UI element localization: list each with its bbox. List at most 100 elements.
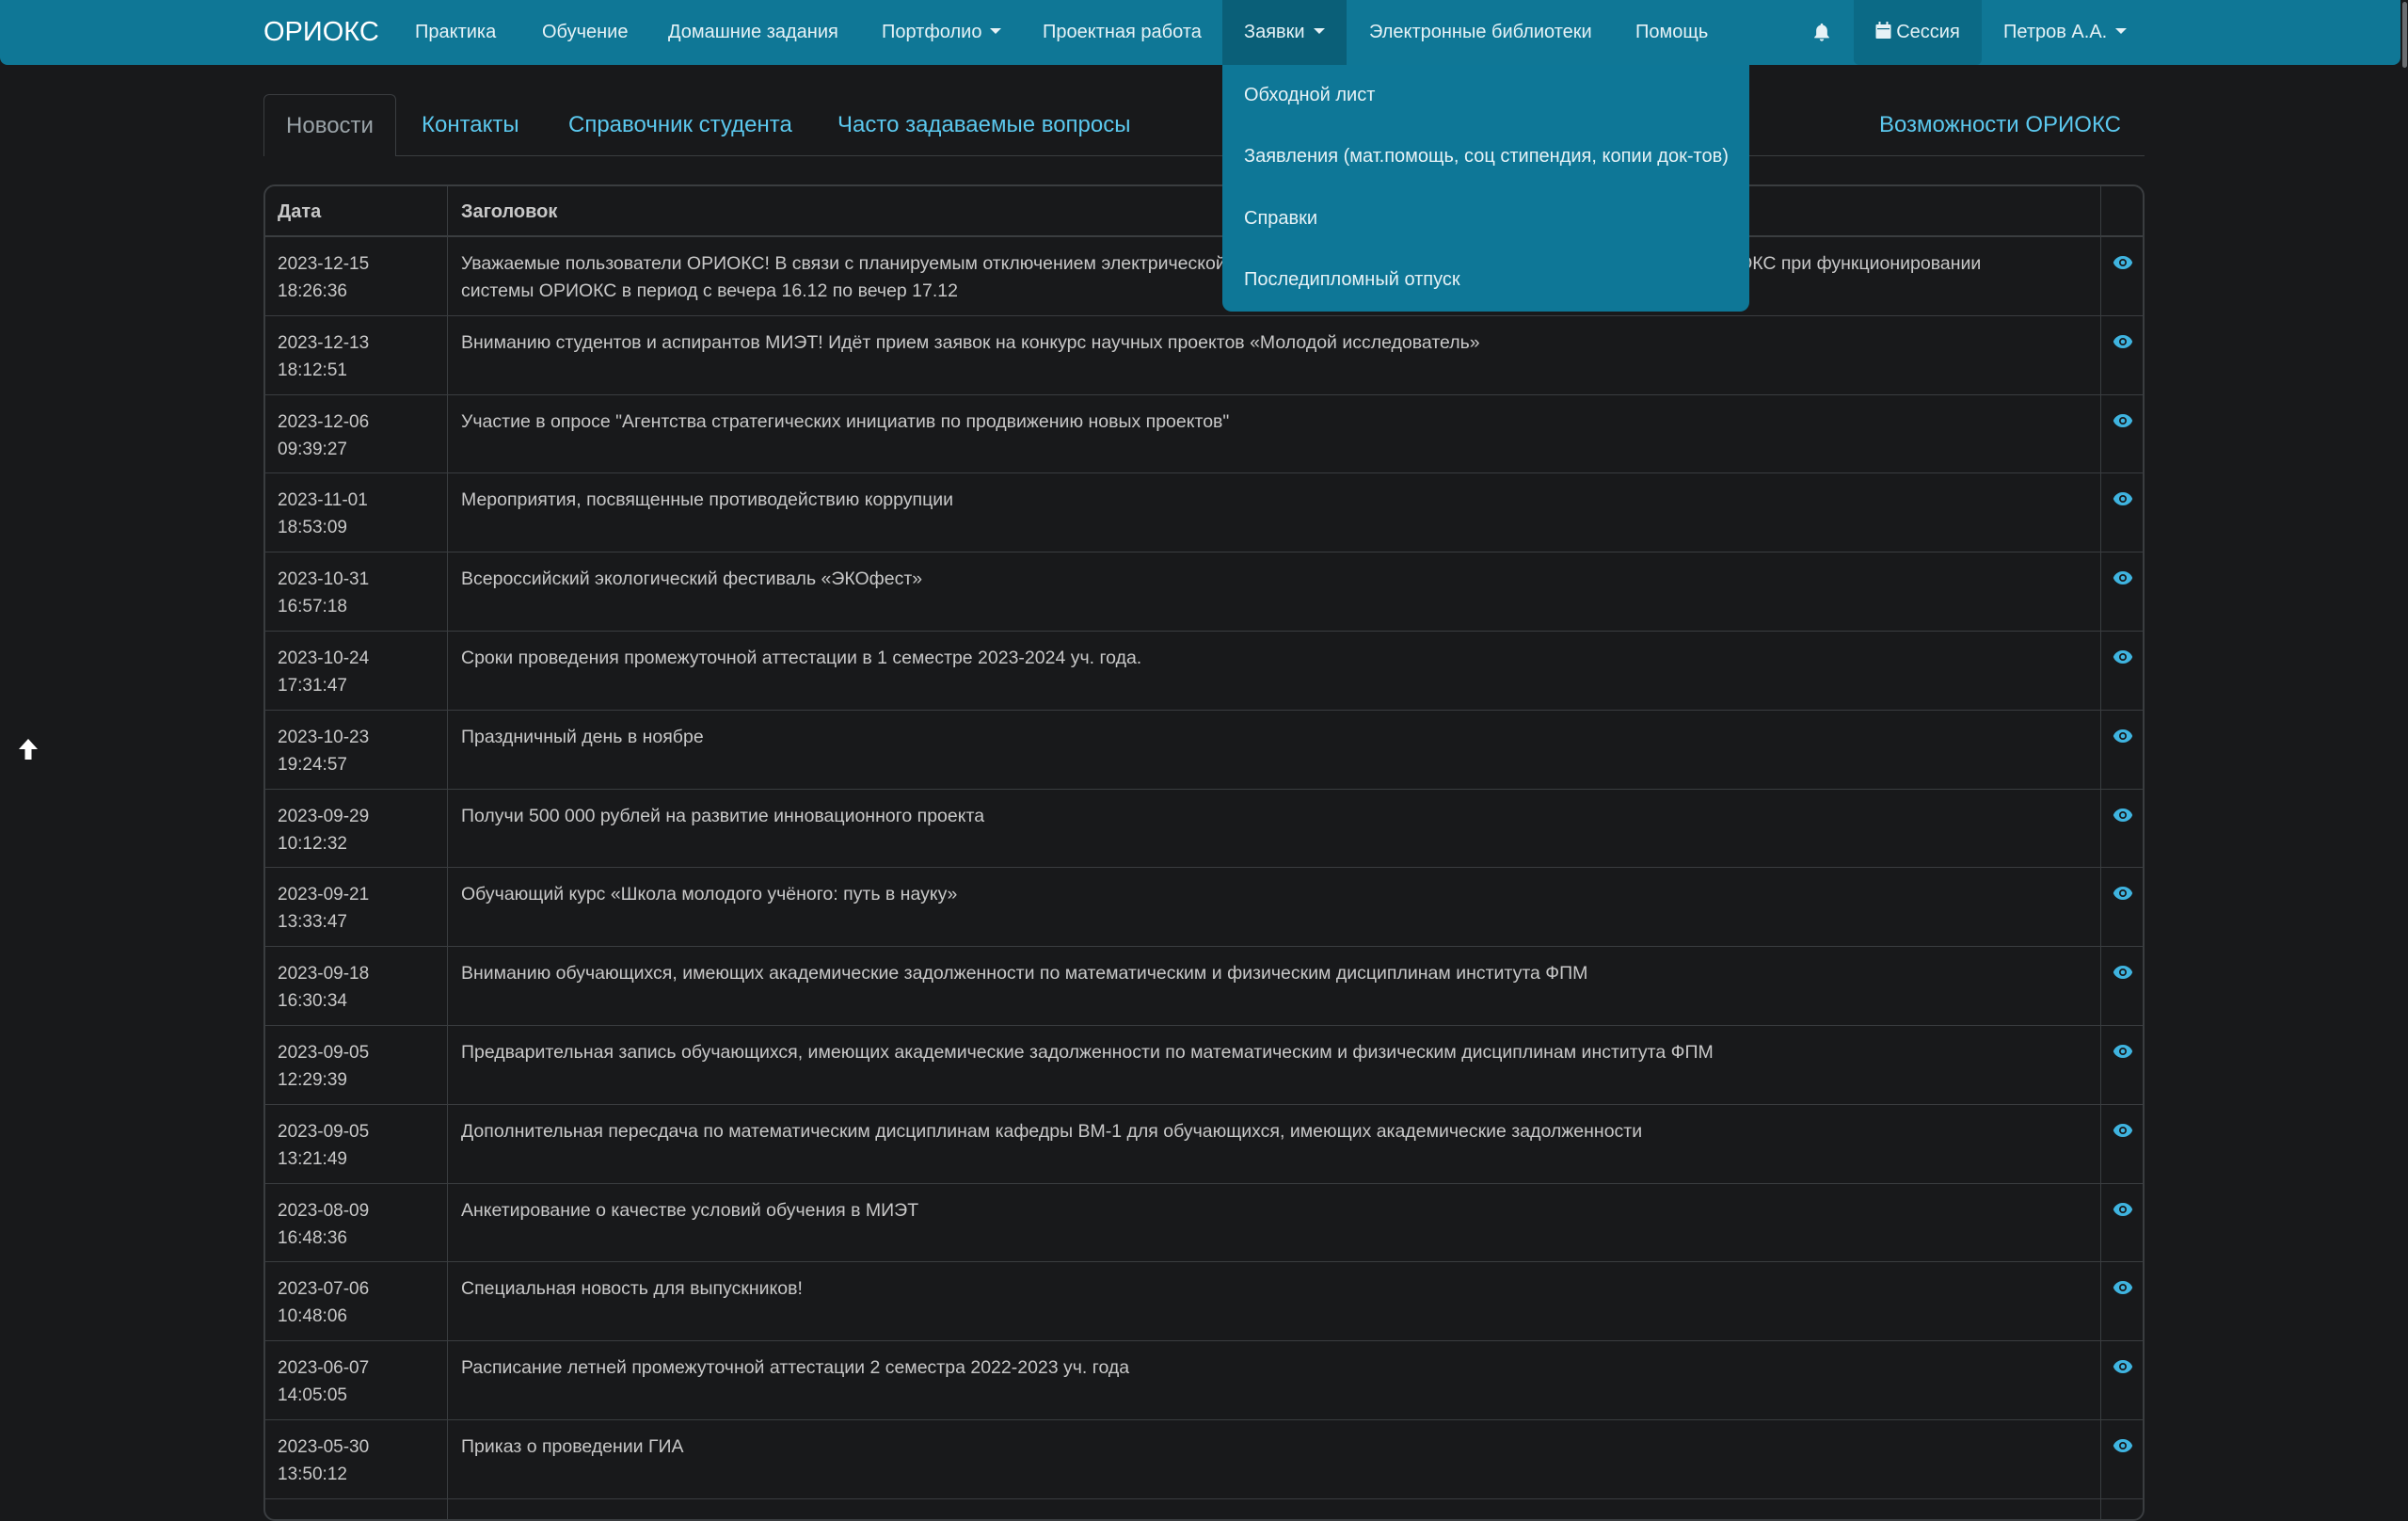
nav-item-requests[interactable]: Заявки bbox=[1222, 0, 1347, 65]
bell-icon[interactable] bbox=[1811, 22, 1832, 42]
page-scrollbar[interactable] bbox=[2400, 0, 2408, 1505]
news-date-day: 2023-09-18 bbox=[278, 964, 370, 985]
scrollbar-thumb[interactable] bbox=[2402, 2, 2407, 68]
user-name: Петров А.А. bbox=[2003, 22, 2108, 42]
tab-faq[interactable]: Часто задаваемые вопросы bbox=[837, 94, 1131, 156]
nav-item-practice[interactable]: Практика bbox=[415, 0, 496, 65]
news-date-time: 10:48:06 bbox=[278, 1306, 347, 1327]
news-date-day: 2023-10-23 bbox=[278, 727, 370, 747]
arrow-up-icon[interactable] bbox=[17, 737, 40, 761]
eye-icon[interactable] bbox=[2113, 413, 2133, 428]
table-row: 2023-10-31 16:57:18 Всероссийский экологич… bbox=[265, 552, 2143, 632]
news-date: 2023-11-01 18:53:09 bbox=[278, 487, 438, 541]
eye-icon[interactable] bbox=[2113, 1123, 2133, 1138]
nav-item-project-work[interactable]: Проектная работа bbox=[1043, 0, 1202, 65]
news-table: Дата Заголовок 2023-12-15 18:26:36 Уважаем… bbox=[263, 184, 2145, 1521]
table-row: 2023-09-05 13:21:49 Дополнительная пересда… bbox=[265, 1105, 2143, 1184]
top-navbar: ОРИОКС Практика Обучение Домашние задани… bbox=[0, 0, 2400, 65]
news-date-time: 13:50:12 bbox=[278, 1464, 347, 1484]
news-date-day: 2023-12-06 bbox=[278, 411, 370, 432]
table-row: 2023-09-21 13:33:47 Обучающий курс «Школа … bbox=[265, 868, 2143, 948]
news-title[interactable]: Специальная новость для выпускников! bbox=[461, 1275, 1985, 1303]
news-title[interactable]: Участие в опросе "Агентства стратегическ… bbox=[461, 408, 1985, 436]
nav-item-e-libraries[interactable]: Электронные библиотеки bbox=[1369, 0, 1592, 65]
news-date: 2023-07-06 10:48:06 bbox=[278, 1275, 438, 1330]
requests-dropdown-menu: Обходной лист Заявления (мат.помощь, соц… bbox=[1222, 65, 1749, 312]
eye-icon[interactable] bbox=[2113, 570, 2133, 585]
news-date-day: 2023-12-13 bbox=[278, 332, 370, 353]
news-date-day: 2023-09-05 bbox=[278, 1121, 370, 1142]
eye-icon[interactable] bbox=[2113, 649, 2133, 664]
news-title[interactable]: Обучающий курс «Школа молодого учёного: … bbox=[461, 881, 1985, 908]
orioks-features-link[interactable]: Возможности ОРИОКС bbox=[1879, 94, 2121, 156]
nav-item-homework[interactable]: Домашние задания bbox=[668, 0, 838, 65]
menu-item-postgraduate-leave[interactable]: Последипломный отпуск bbox=[1244, 269, 1460, 291]
table-row: 2023-12-13 18:12:51 Вниманию студентов и а… bbox=[265, 316, 2143, 395]
news-date: 2023-12-15 18:26:36 bbox=[278, 250, 438, 305]
news-date-day: 2023-10-24 bbox=[278, 648, 370, 668]
column-header-date[interactable]: Дата bbox=[278, 186, 321, 237]
news-date-time: 09:39:27 bbox=[278, 439, 347, 459]
news-date: 2023-06-07 14:05:05 bbox=[278, 1354, 438, 1409]
tab-contacts[interactable]: Контакты bbox=[422, 94, 519, 156]
eye-icon[interactable] bbox=[2113, 491, 2133, 506]
news-date-time: 18:53:09 bbox=[278, 518, 347, 538]
calendar-icon bbox=[1875, 21, 1891, 39]
eye-icon[interactable] bbox=[2113, 808, 2133, 823]
eye-icon[interactable] bbox=[2113, 1438, 2133, 1453]
table-row: 2023-09-29 10:12:32 Получи 500 000 рублей … bbox=[265, 790, 2143, 869]
news-date-time: 13:21:49 bbox=[278, 1148, 347, 1169]
news-title[interactable]: Получи 500 000 рублей на развитие иннова… bbox=[461, 803, 1985, 830]
nav-item-education[interactable]: Обучение bbox=[542, 0, 628, 65]
news-date: 2023-09-05 13:21:49 bbox=[278, 1118, 438, 1173]
news-date-day: 2023-09-05 bbox=[278, 1042, 370, 1063]
news-title[interactable]: Праздничный день в ноябре bbox=[461, 724, 1985, 751]
news-title[interactable]: Расписание летней промежуточной аттестац… bbox=[461, 1354, 1985, 1382]
eye-icon[interactable] bbox=[2113, 255, 2133, 270]
news-date: 2023-10-24 17:31:47 bbox=[278, 645, 438, 699]
eye-icon[interactable] bbox=[2113, 1280, 2133, 1295]
news-date-time: 13:33:47 bbox=[278, 912, 347, 933]
news-title[interactable]: Предварительная запись обучающихся, имею… bbox=[461, 1039, 1985, 1066]
eye-icon[interactable] bbox=[2113, 886, 2133, 901]
news-title[interactable]: Приказ о проведении ГИА bbox=[461, 1433, 1985, 1461]
table-row: 2023-06-07 14:05:05 Расписание летней пром… bbox=[265, 1341, 2143, 1420]
user-menu[interactable]: Петров А.А. bbox=[2003, 0, 2128, 65]
table-row: 2023-09-18 16:30:34 Вниманию обучающихся, … bbox=[265, 947, 2143, 1026]
chevron-down-icon bbox=[2115, 27, 2128, 34]
eye-icon[interactable] bbox=[2113, 334, 2133, 349]
tab-student-handbook[interactable]: Справочник студента bbox=[568, 94, 792, 156]
menu-item-applications[interactable]: Заявления (мат.помощь, соц стипендия, ко… bbox=[1244, 146, 1729, 168]
table-body: 2023-12-15 18:26:36 Уважаемые пользователи… bbox=[265, 237, 2143, 1499]
eye-icon[interactable] bbox=[2113, 1359, 2133, 1374]
news-title[interactable]: Дополнительная пересдача по математическ… bbox=[461, 1118, 1985, 1145]
column-header-title[interactable]: Заголовок bbox=[461, 186, 557, 237]
news-date-day: 2023-09-29 bbox=[278, 806, 370, 826]
tab-news[interactable]: Новости bbox=[263, 94, 396, 156]
news-title[interactable]: Мероприятия, посвященные противодействию… bbox=[461, 487, 1985, 514]
menu-item-certificates[interactable]: Справки bbox=[1244, 208, 1317, 230]
news-title[interactable]: Вниманию обучающихся, имеющих академичес… bbox=[461, 960, 1985, 987]
nav-item-portfolio[interactable]: Портфолио bbox=[882, 0, 1002, 65]
eye-icon[interactable] bbox=[2113, 1202, 2133, 1217]
news-date-day: 2023-08-09 bbox=[278, 1200, 370, 1221]
news-date: 2023-09-21 13:33:47 bbox=[278, 881, 438, 936]
eye-icon[interactable] bbox=[2113, 965, 2133, 980]
news-title[interactable]: Сроки проведения промежуточной аттестаци… bbox=[461, 645, 1985, 672]
news-date-time: 17:31:47 bbox=[278, 675, 347, 696]
table-row: 2023-09-05 12:29:39 Предварительная запись… bbox=[265, 1026, 2143, 1105]
eye-icon[interactable] bbox=[2113, 728, 2133, 744]
nav-item-help[interactable]: Помощь bbox=[1635, 0, 1708, 65]
menu-item-clearance-sheet[interactable]: Обходной лист bbox=[1244, 85, 1375, 106]
news-title[interactable]: Анкетирование о качестве условий обучени… bbox=[461, 1197, 1985, 1225]
session-button[interactable]: Сессия bbox=[1854, 0, 1982, 65]
news-date-day: 2023-05-30 bbox=[278, 1436, 370, 1457]
news-title[interactable]: Всероссийский экологический фестиваль «Э… bbox=[461, 566, 1985, 593]
eye-icon[interactable] bbox=[2113, 1044, 2133, 1059]
brand-logo[interactable]: ОРИОКС bbox=[263, 0, 379, 65]
news-date: 2023-09-05 12:29:39 bbox=[278, 1039, 438, 1094]
news-date: 2023-09-29 10:12:32 bbox=[278, 803, 438, 857]
news-title[interactable]: Вниманию студентов и аспирантов МИЭТ! Ид… bbox=[461, 329, 1985, 357]
nav-item-requests-label: Заявки bbox=[1244, 22, 1305, 42]
table-row: 2023-10-23 19:24:57 Праздничный день в ноя… bbox=[265, 711, 2143, 790]
